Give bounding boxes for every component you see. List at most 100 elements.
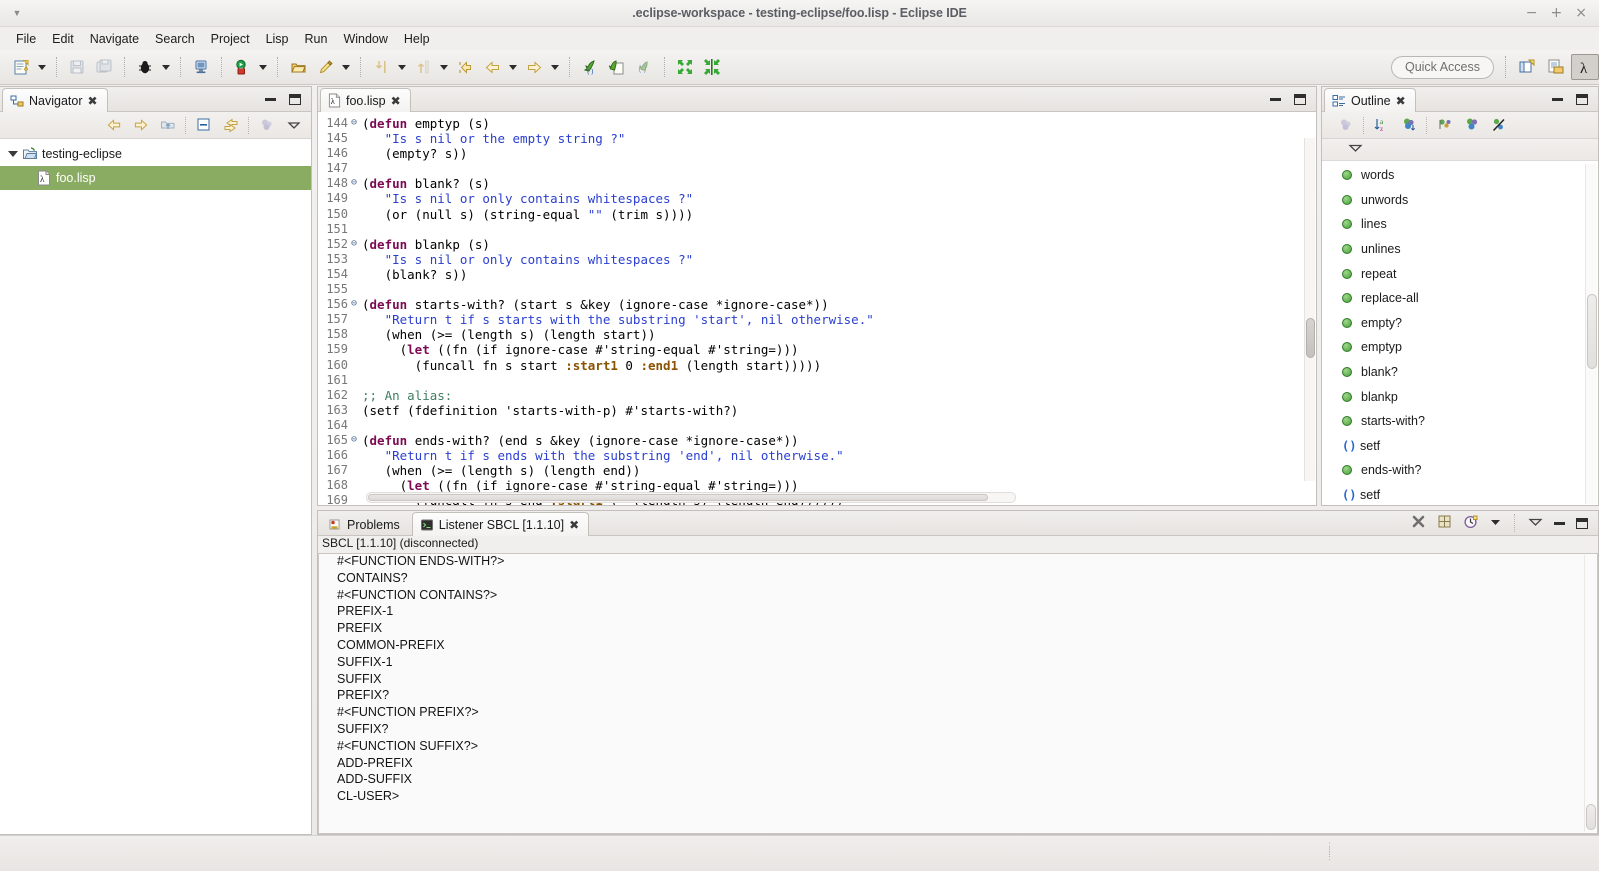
tree-expand-twisty-icon[interactable]: [6, 151, 20, 157]
menu-edit[interactable]: Edit: [44, 30, 82, 48]
edit-macro-icon[interactable]: [312, 54, 338, 80]
debug-icon[interactable]: [132, 54, 158, 80]
outline-hide-local-types-icon[interactable]: [1485, 113, 1512, 137]
editor-minimize-button[interactable]: [1270, 97, 1281, 101]
fold-collapse-icon[interactable]: ⊖: [348, 237, 360, 251]
back-navigation-dropdown-caret[interactable]: [506, 54, 520, 80]
new-wizard-icon[interactable]: [8, 54, 34, 80]
tree-item-file[interactable]: λ foo.lisp: [0, 166, 311, 190]
console-open-console-icon[interactable]: [1463, 514, 1479, 533]
window-maximize-button[interactable]: +: [1551, 6, 1563, 20]
console-vertical-scrollbar[interactable]: [1584, 555, 1596, 832]
save-icon[interactable]: [64, 54, 90, 80]
lisp-perspective-icon[interactable]: λ: [1571, 54, 1599, 80]
status-bar-resize-grip[interactable]: ⋮ ⋮ ⋮: [1325, 842, 1334, 861]
outline-item[interactable]: lines: [1322, 212, 1598, 237]
outline-hide-non-public-icon[interactable]: [1458, 113, 1485, 137]
debug-dropdown-caret[interactable]: [159, 54, 173, 80]
compile-defun-icon[interactable]: (): [631, 54, 657, 80]
back-navigation-icon[interactable]: [479, 54, 505, 80]
editor-hscroll-thumb[interactable]: [368, 494, 988, 501]
navigator-minimize-button[interactable]: [265, 97, 276, 101]
outline-item[interactable]: blank?: [1322, 360, 1598, 385]
compile-file-icon[interactable]: (): [577, 54, 603, 80]
editor-vscroll-thumb[interactable]: [1306, 318, 1315, 358]
source-code-text[interactable]: 144 ⊖ (defun emptyp (s) 145 "Is s nil or th…: [318, 112, 1316, 505]
menu-help[interactable]: Help: [396, 30, 438, 48]
load-file-icon[interactable]: [604, 54, 630, 80]
open-perspective-icon[interactable]: [1513, 54, 1541, 80]
console-output-area[interactable]: #<FUNCTION ENDS-WITH?> CONTAINS? #<FUNCTIO…: [318, 553, 1598, 834]
outline-item[interactable]: () setf: [1322, 434, 1598, 459]
console-open-console-caret-icon[interactable]: [1490, 516, 1501, 530]
tab-navigator[interactable]: Navigator ✖: [2, 88, 108, 112]
console-terminate-icon[interactable]: [1411, 514, 1426, 532]
fold-collapse-icon[interactable]: ⊖: [348, 116, 360, 130]
outline-item[interactable]: blankp: [1322, 384, 1598, 409]
outline-hide-fields-icon[interactable]: [1395, 113, 1422, 137]
tab-foo-lisp[interactable]: λ foo.lisp ✖: [320, 88, 411, 112]
step-out-dropdown-caret[interactable]: [437, 54, 451, 80]
outline-filter-icon[interactable]: [1332, 113, 1359, 137]
last-edit-location-icon[interactable]: [452, 54, 478, 80]
tab-foo-lisp-close-icon[interactable]: ✖: [391, 94, 401, 108]
fold-collapse-icon[interactable]: ⊖: [348, 297, 360, 311]
outline-vertical-scrollbar[interactable]: [1585, 164, 1597, 504]
run-icon[interactable]: [229, 54, 255, 80]
forward-navigation-icon[interactable]: [521, 54, 547, 80]
console-display-selected-icon[interactable]: [1437, 514, 1452, 532]
menu-run[interactable]: Run: [297, 30, 336, 48]
navigator-filter-icon[interactable]: [253, 113, 280, 137]
editor-vertical-scrollbar[interactable]: [1304, 138, 1315, 481]
edit-macro-dropdown-caret[interactable]: [339, 54, 353, 80]
outline-item[interactable]: () setf: [1322, 483, 1598, 502]
outline-hide-static-icon[interactable]: [1431, 113, 1458, 137]
outline-item[interactable]: replace-all: [1322, 286, 1598, 311]
navigator-view-menu-icon[interactable]: [280, 113, 307, 137]
editor-maximize-button[interactable]: [1294, 93, 1306, 105]
fold-collapse-icon[interactable]: ⊖: [348, 176, 360, 190]
outline-item[interactable]: empty?: [1322, 311, 1598, 336]
navigator-forward-icon[interactable]: [127, 113, 154, 137]
java-perspective-icon[interactable]: [1542, 54, 1570, 80]
console-maximize-button[interactable]: [1576, 517, 1588, 529]
outline-maximize-button[interactable]: [1576, 93, 1588, 105]
open-package-icon[interactable]: [285, 54, 311, 80]
outline-sort-alphabetically-icon[interactable]: a z: [1368, 113, 1395, 137]
editor-horizontal-scrollbar[interactable]: [366, 492, 1016, 503]
menu-navigate[interactable]: Navigate: [82, 30, 147, 48]
menu-file[interactable]: File: [8, 30, 44, 48]
step-out-icon[interactable]: [410, 54, 436, 80]
tab-outline-close-icon[interactable]: ✖: [1396, 94, 1406, 108]
collapse-selection-icon[interactable]: [699, 54, 725, 80]
run-dropdown-caret[interactable]: [256, 54, 270, 80]
outline-item[interactable]: unwords: [1322, 188, 1598, 213]
step-into-dropdown-caret[interactable]: [395, 54, 409, 80]
navigator-back-icon[interactable]: [100, 113, 127, 137]
outline-item[interactable]: words: [1322, 163, 1598, 188]
tab-listener-sbcl[interactable]: Listener SBCL [1.1.10] ✖: [411, 512, 590, 536]
navigator-up-icon[interactable]: [154, 113, 181, 137]
step-into-icon[interactable]: [368, 54, 394, 80]
outline-tree[interactable]: words unwords lines unlines repeat replace-al…: [1322, 161, 1598, 502]
outline-item[interactable]: starts-with?: [1322, 409, 1598, 434]
outline-item[interactable]: repeat: [1322, 261, 1598, 286]
navigator-collapse-all-icon[interactable]: [190, 113, 217, 137]
window-menu-icon[interactable]: ▼: [6, 8, 28, 18]
editor-body[interactable]: 144 ⊖ (defun emptyp (s) 145 "Is s nil or th…: [318, 112, 1316, 505]
fold-collapse-icon[interactable]: ⊖: [348, 433, 360, 447]
new-wizard-dropdown-caret[interactable]: [35, 54, 49, 80]
navigator-tree[interactable]: testing-eclipse λ foo.lisp: [0, 139, 311, 833]
forward-navigation-dropdown-caret[interactable]: [548, 54, 562, 80]
menu-project[interactable]: Project: [203, 30, 258, 48]
menu-window[interactable]: Window: [335, 30, 395, 48]
tree-item-project[interactable]: testing-eclipse: [0, 142, 311, 166]
outline-vscroll-thumb[interactable]: [1587, 294, 1597, 369]
tab-outline[interactable]: Outline ✖: [1324, 88, 1416, 112]
outline-minimize-button[interactable]: [1552, 97, 1563, 101]
outline-item[interactable]: unlines: [1322, 237, 1598, 262]
navigator-maximize-button[interactable]: [289, 93, 301, 105]
tab-problems[interactable]: Problems: [320, 512, 410, 536]
console-vscroll-thumb[interactable]: [1586, 804, 1596, 830]
navigator-link-with-editor-icon[interactable]: [217, 113, 244, 137]
